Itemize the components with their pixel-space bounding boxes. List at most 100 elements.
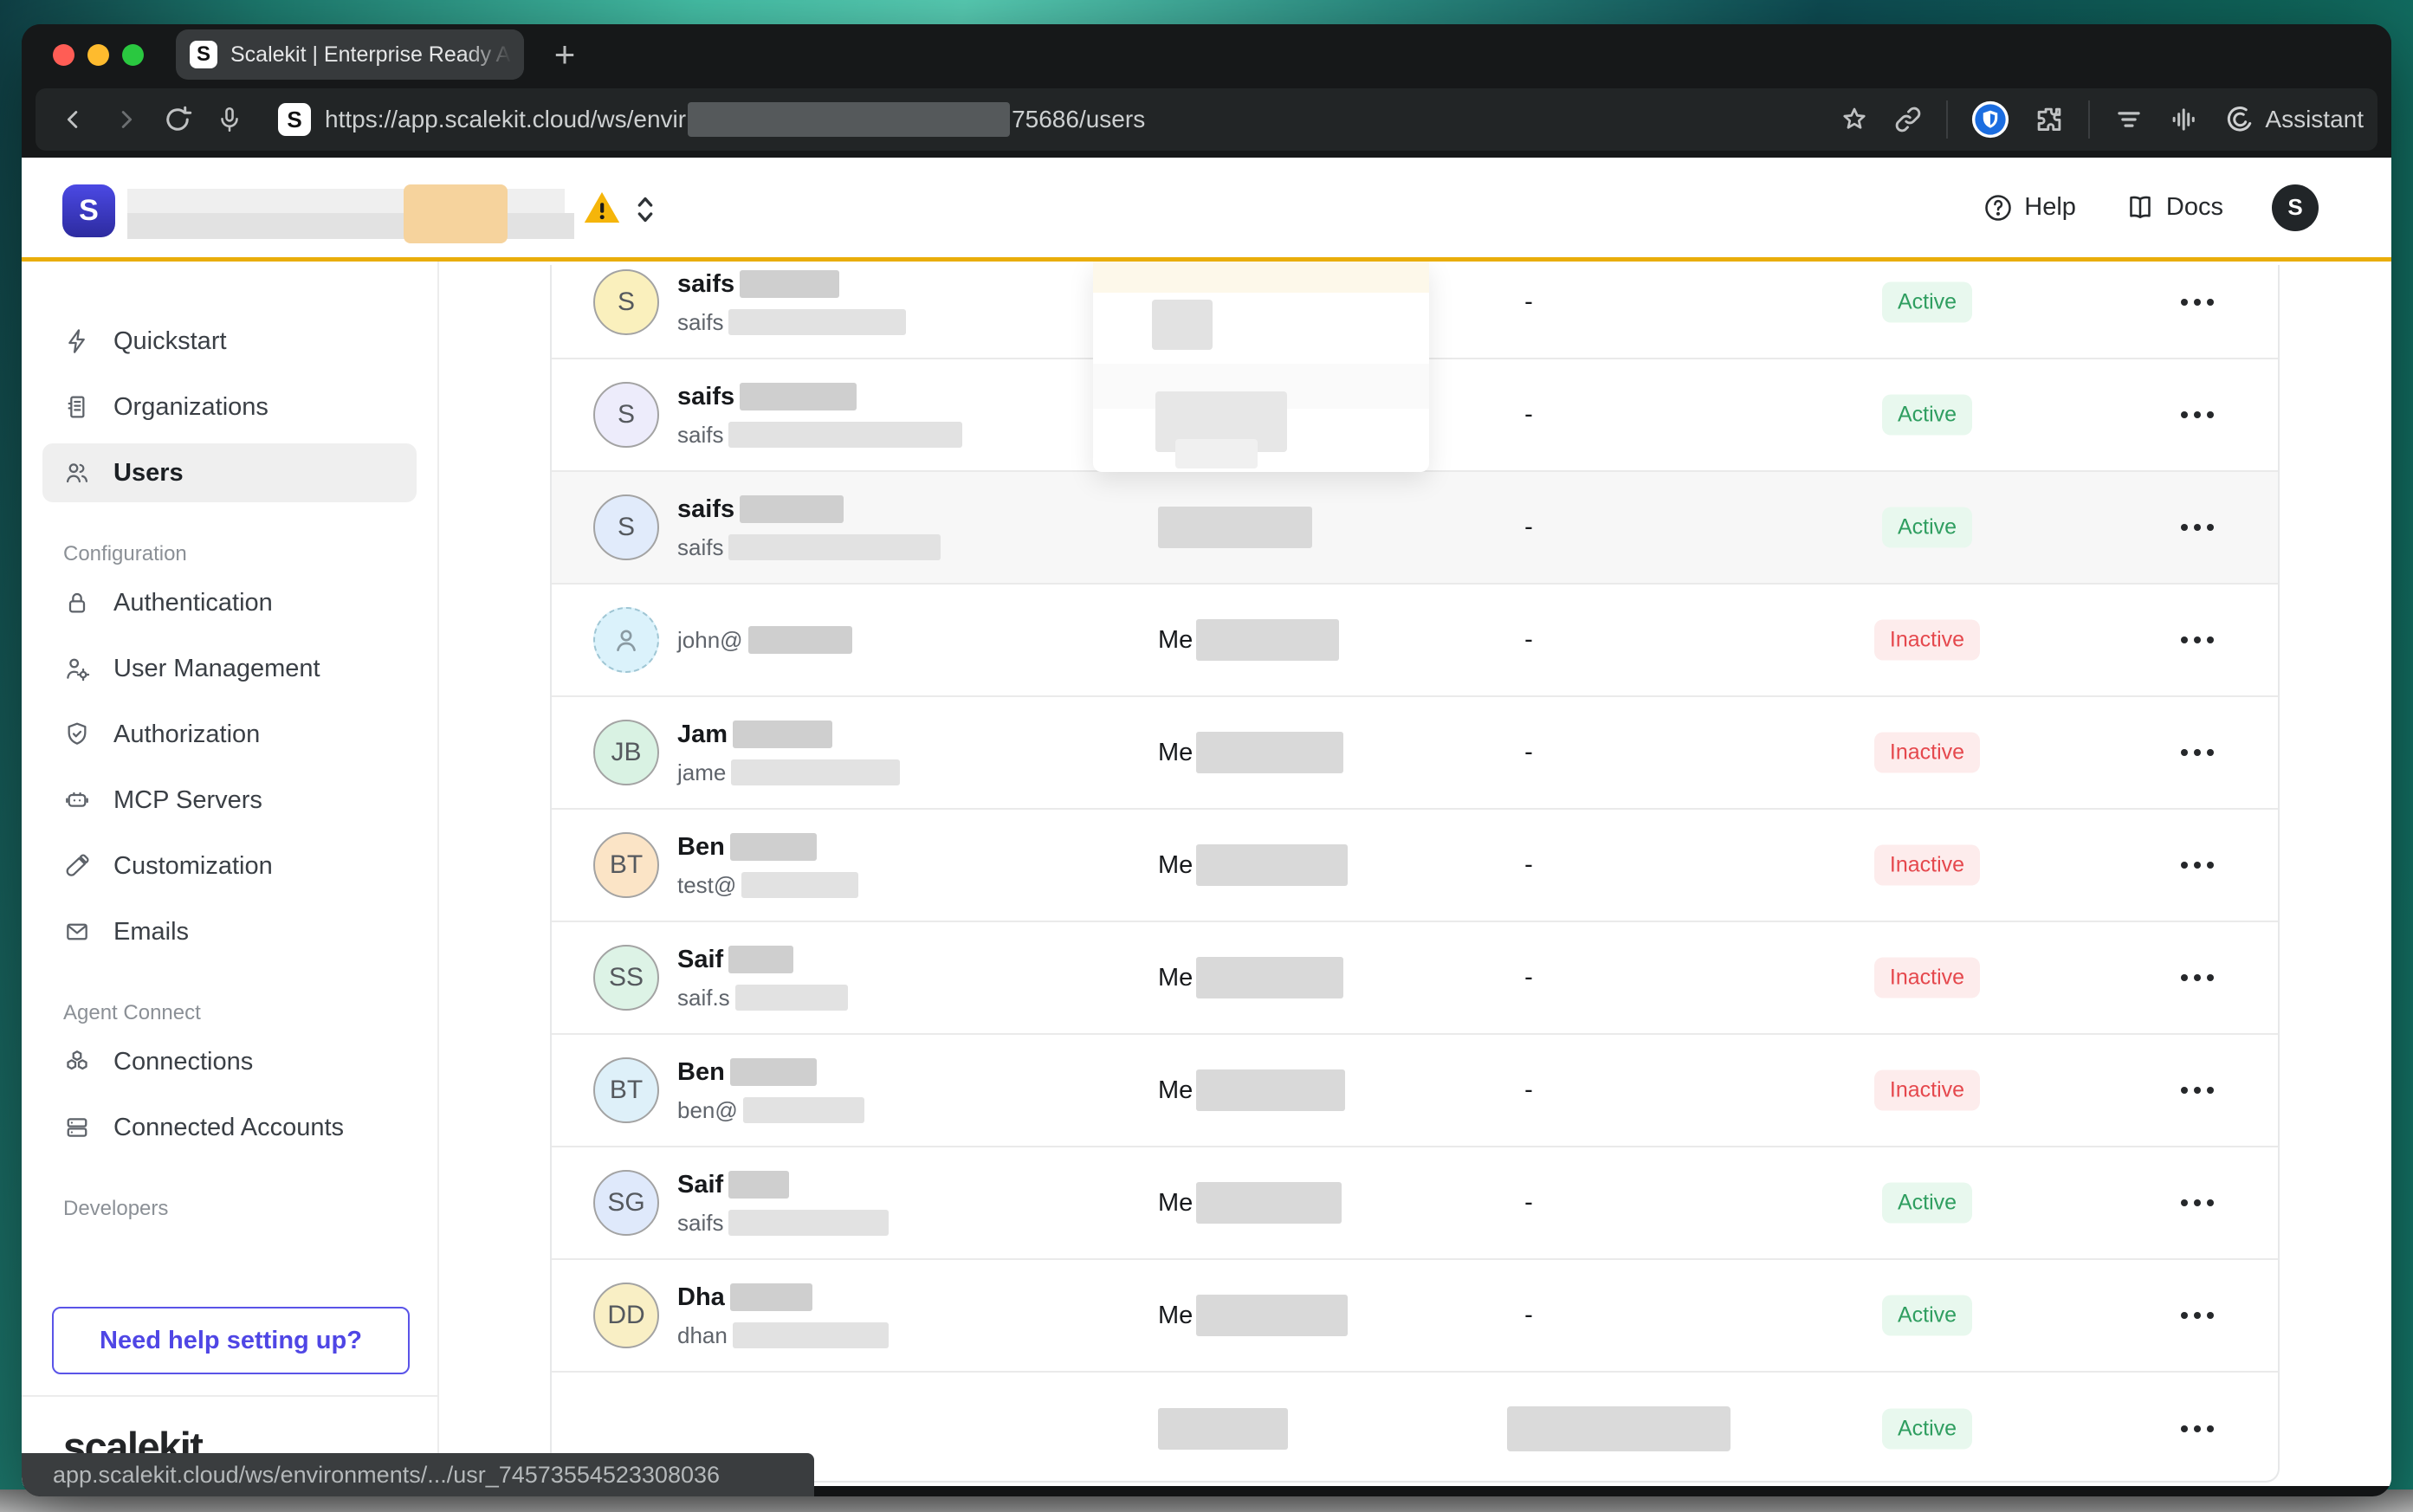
- scalekit-logo: S: [62, 184, 115, 237]
- user-email: saifs: [677, 304, 906, 340]
- row-menu-button[interactable]: [2145, 1199, 2249, 1206]
- dot: [2194, 749, 2201, 756]
- app-header: S Help Docs S: [22, 158, 2391, 262]
- table-row[interactable]: SGSaifsaifsMe-Active: [552, 1147, 2278, 1260]
- sidebar-item-connected-accounts[interactable]: Connected Accounts: [42, 1098, 417, 1157]
- sidebar-item-mcp-servers[interactable]: MCP Servers: [42, 771, 417, 830]
- user-email: saif.s: [677, 979, 848, 1016]
- status-cell: Active: [1823, 1183, 2031, 1224]
- assistant-button[interactable]: Assistant: [2223, 104, 2364, 135]
- last-signin-cell: -: [1477, 1076, 1581, 1105]
- row-menu-button[interactable]: [2145, 524, 2249, 531]
- redacted-membership: [1196, 957, 1343, 998]
- row-menu-button[interactable]: [2145, 299, 2249, 306]
- row-menu-button[interactable]: [2145, 636, 2249, 643]
- sidebar-item-connections[interactable]: Connections: [42, 1032, 417, 1091]
- last-signin-cell: -: [1477, 851, 1581, 880]
- password-manager-extension-icon[interactable]: [1970, 100, 2010, 139]
- minimize-window-button[interactable]: [87, 44, 109, 66]
- redacted-name: [728, 946, 793, 973]
- sidebar-item-label: Connections: [113, 1048, 253, 1076]
- user-cell: saifssaifs: [677, 377, 962, 453]
- bookmark-star-icon[interactable]: [1839, 104, 1870, 135]
- redacted-name: [730, 1283, 812, 1311]
- sidebar-item-authentication[interactable]: Authentication: [42, 573, 417, 632]
- fullscreen-window-button[interactable]: [122, 44, 144, 66]
- copy-link-icon[interactable]: [1892, 104, 1924, 135]
- sidebar-item-quickstart[interactable]: Quickstart: [42, 312, 417, 371]
- sidebar-item-label: Authentication: [113, 589, 273, 617]
- status-cell: Inactive: [1823, 620, 2031, 661]
- assistant-label: Assistant: [2265, 106, 2364, 133]
- need-help-button[interactable]: Need help setting up?: [52, 1307, 410, 1374]
- reload-button[interactable]: [158, 100, 197, 139]
- status-bar-url: app.scalekit.cloud/ws/environments/.../u…: [22, 1453, 814, 1496]
- dot: [2181, 1425, 2188, 1432]
- extensions-puzzle-icon[interactable]: [2033, 103, 2066, 136]
- row-menu-button[interactable]: [2145, 862, 2249, 869]
- blurred-popover: [1093, 262, 1429, 472]
- table-row[interactable]: BTBenben@Me-Inactive: [552, 1035, 2278, 1147]
- forward-button[interactable]: [107, 100, 145, 139]
- status-badge: Active: [1882, 1183, 1972, 1224]
- popover-header-redacted: [1093, 262, 1429, 293]
- redacted-membership: [1196, 844, 1348, 886]
- sidebar-item-label: Customization: [113, 852, 273, 881]
- redacted-membership: [1196, 1182, 1342, 1224]
- row-menu-button[interactable]: [2145, 411, 2249, 418]
- row-menu-button[interactable]: [2145, 1425, 2249, 1432]
- membership-cell: Me: [1158, 1182, 1342, 1224]
- close-window-button[interactable]: [53, 44, 74, 66]
- cubes-icon: [63, 1048, 91, 1076]
- sidebar-item-user-management[interactable]: User Management: [42, 639, 417, 698]
- table-row[interactable]: SSSaifsaif.sMe-Inactive: [552, 922, 2278, 1035]
- user-email: saifs: [677, 1205, 889, 1241]
- table-row[interactable]: Ssaifssaifs-Active: [552, 472, 2278, 585]
- user-avatar-menu[interactable]: S: [2272, 184, 2319, 231]
- status-badge: Inactive: [1874, 1070, 1980, 1111]
- row-menu-button[interactable]: [2145, 1312, 2249, 1319]
- help-button[interactable]: Help: [1983, 192, 2076, 223]
- last-signin-cell: -: [1477, 401, 1581, 430]
- dot: [2194, 1199, 2201, 1206]
- browser-tab-bar: S Scalekit | Enterprise Ready A +: [22, 24, 2391, 85]
- sidebar-item-emails[interactable]: Emails: [42, 902, 417, 961]
- dot: [2207, 862, 2214, 869]
- sidebar-item-label: Connected Accounts: [113, 1114, 344, 1142]
- back-button[interactable]: [55, 100, 93, 139]
- row-menu-button[interactable]: [2145, 749, 2249, 756]
- address-bar[interactable]: https://app.scalekit.cloud/ws/envir 7568…: [325, 102, 1145, 137]
- user-cell: saifssaifs: [677, 489, 941, 565]
- dot: [2207, 636, 2214, 643]
- workspace-selector-chevrons[interactable]: [628, 191, 663, 229]
- user-name: john@: [677, 622, 852, 658]
- row-menu-button[interactable]: [2145, 1087, 2249, 1094]
- audio-waveform-icon[interactable]: [2168, 103, 2201, 136]
- membership-cell: Me: [1158, 619, 1339, 661]
- user-name: Ben: [677, 827, 858, 867]
- row-menu-button[interactable]: [2145, 974, 2249, 981]
- voice-search-icon[interactable]: [210, 100, 249, 139]
- browser-tab[interactable]: S Scalekit | Enterprise Ready A: [176, 29, 524, 80]
- last-signin-cell: [1477, 1406, 1581, 1451]
- table-row[interactable]: JBJamjameMe-Inactive: [552, 697, 2278, 810]
- table-row[interactable]: john@Me-Inactive: [552, 585, 2278, 697]
- reader-mode-icon[interactable]: [2112, 103, 2145, 136]
- redacted-email: [731, 759, 900, 785]
- docs-button[interactable]: Docs: [2125, 192, 2223, 223]
- membership-cell: Me: [1158, 1295, 1348, 1336]
- dot: [2194, 1312, 2201, 1319]
- sidebar-item-customization[interactable]: Customization: [42, 837, 417, 895]
- sidebar-item-users[interactable]: Users: [42, 443, 417, 502]
- sidebar-item-organizations[interactable]: Organizations: [42, 378, 417, 436]
- table-row[interactable]: BTBentest@Me-Inactive: [552, 810, 2278, 922]
- dot: [2207, 1425, 2214, 1432]
- user-email: ben@: [677, 1092, 864, 1128]
- sidebar-item-authorization[interactable]: Authorization: [42, 705, 417, 764]
- table-row[interactable]: DDDhadhanMe-Active: [552, 1260, 2278, 1373]
- user-cell: saifssaifs: [677, 265, 906, 340]
- row-avatar: S: [593, 494, 659, 560]
- sidebar-section-label: Agent Connect: [63, 1001, 396, 1025]
- window-controls: [53, 44, 144, 66]
- new-tab-button[interactable]: +: [541, 31, 588, 78]
